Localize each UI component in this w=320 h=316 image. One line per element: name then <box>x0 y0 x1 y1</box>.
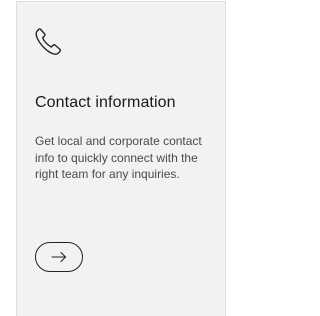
card-description: Get local and corporate contact info to … <box>35 134 202 181</box>
arrow-right-icon <box>50 251 68 263</box>
contact-info-arrow-button[interactable] <box>35 242 83 272</box>
card-title: Contact information <box>35 94 176 111</box>
contact-info-card: Contact information Get local and corpor… <box>16 1 226 316</box>
phone-icon <box>34 26 64 56</box>
